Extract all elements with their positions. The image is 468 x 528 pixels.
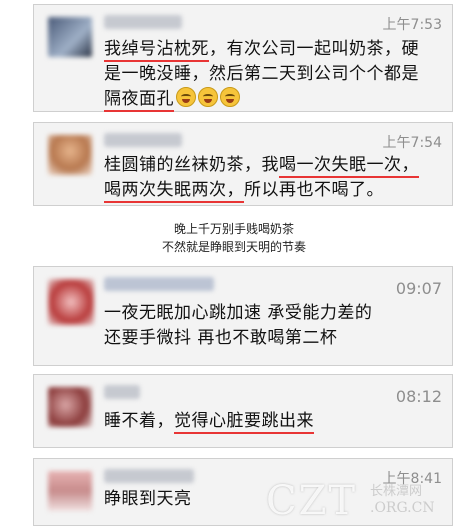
message-segment: 是一晚没睡，然后第二天到公司个个都是 — [104, 64, 419, 84]
username-blurred — [104, 277, 214, 291]
laughing-emoji-icon — [198, 87, 218, 107]
message-segment: 所以再也不喝了。 — [244, 180, 384, 200]
message-card-3: 09:07 一夜无眠加心跳加速 承受能力差的 还要手微抖 再也不敢喝第二杯 — [33, 266, 453, 366]
highlighted-text: 喝两次失眠两次， — [104, 180, 244, 203]
message-card-2: 上午7:54 桂圆铺的丝袜奶茶，我喝一次失眠一次， 喝两次失眠两次，所以再也不喝了… — [33, 122, 453, 206]
message-text: 我绰号沾枕死，有次公司一起叫奶茶，硬 是一晚没睡，然后第二天到公司个个都是 隔夜面孔 — [104, 37, 438, 112]
message-line: 是一晚没睡，然后第二天到公司个个都是 — [104, 62, 438, 87]
laughing-emoji-icon — [176, 87, 196, 107]
message-segment: 一夜无眠加心跳加速 承受能力差的 — [104, 303, 373, 323]
message-line: 睡不着，觉得心脏要跳出来 — [104, 409, 438, 434]
avatar[interactable] — [48, 17, 92, 57]
message-text: 睡不着，觉得心脏要跳出来 — [104, 409, 438, 434]
avatar[interactable] — [48, 135, 92, 175]
message-card-1: 上午7:53 我绰号沾枕死，有次公司一起叫奶茶，硬 是一晚没睡，然后第二天到公司个… — [33, 4, 453, 112]
username-blurred — [104, 469, 194, 483]
message-segment: ，有次公司一起叫奶茶，硬 — [209, 39, 419, 59]
watermark-subtitle: 长株潭网 — [370, 484, 423, 499]
message-text: 桂圆铺的丝袜奶茶，我喝一次失眠一次， 喝两次失眠两次，所以再也不喝了。 — [104, 153, 438, 203]
message-time: 上午7:53 — [382, 17, 442, 33]
avatar[interactable] — [48, 279, 94, 325]
message-line: 桂圆铺的丝袜奶茶，我喝一次失眠一次， — [104, 153, 438, 178]
highlighted-text: 我绰号沾枕死 — [104, 39, 209, 62]
username-blurred — [104, 133, 182, 147]
username-blurred — [104, 15, 182, 29]
message-segment: 睡不着， — [104, 411, 174, 431]
avatar[interactable] — [48, 471, 92, 511]
message-segment: 还要手微抖 再也不敢喝第二杯 — [104, 328, 338, 348]
highlighted-text: 觉得心脏要跳出来 — [174, 411, 314, 434]
message-line: 还要手微抖 再也不敢喝第二杯 — [104, 326, 438, 351]
username-blurred — [104, 385, 140, 399]
message-text: 一夜无眠加心跳加速 承受能力差的 还要手微抖 再也不敢喝第二杯 — [104, 301, 438, 351]
message-time: 09:07 — [395, 279, 442, 298]
message-segment: 桂圆铺的丝袜奶茶，我 — [104, 155, 279, 175]
watermark-domain: .ORG.CN — [370, 500, 435, 516]
highlighted-text: 喝一次失眠一次， — [279, 155, 419, 178]
message-segment: 睁眼到天亮 — [104, 489, 192, 509]
watermark-logo: CZT — [266, 478, 358, 524]
message-card-4: 08:12 睡不着，觉得心脏要跳出来 — [33, 374, 453, 448]
highlighted-text: 隔夜面孔 — [104, 89, 174, 112]
caption-line-1: 晚上千万别手贱喝奶茶 — [173, 222, 294, 236]
message-time: 上午7:54 — [382, 135, 442, 151]
message-time: 08:12 — [395, 387, 442, 406]
message-line: 隔夜面孔 — [104, 87, 438, 112]
message-line: 一夜无眠加心跳加速 承受能力差的 — [104, 301, 438, 326]
message-line: 我绰号沾枕死，有次公司一起叫奶茶，硬 — [104, 37, 438, 62]
laughing-emoji-icon — [220, 87, 240, 107]
message-line: 喝两次失眠两次，所以再也不喝了。 — [104, 178, 438, 203]
avatar[interactable] — [48, 387, 92, 427]
caption-line-2: 不然就是睁眼到天明的节奏 — [161, 240, 306, 254]
